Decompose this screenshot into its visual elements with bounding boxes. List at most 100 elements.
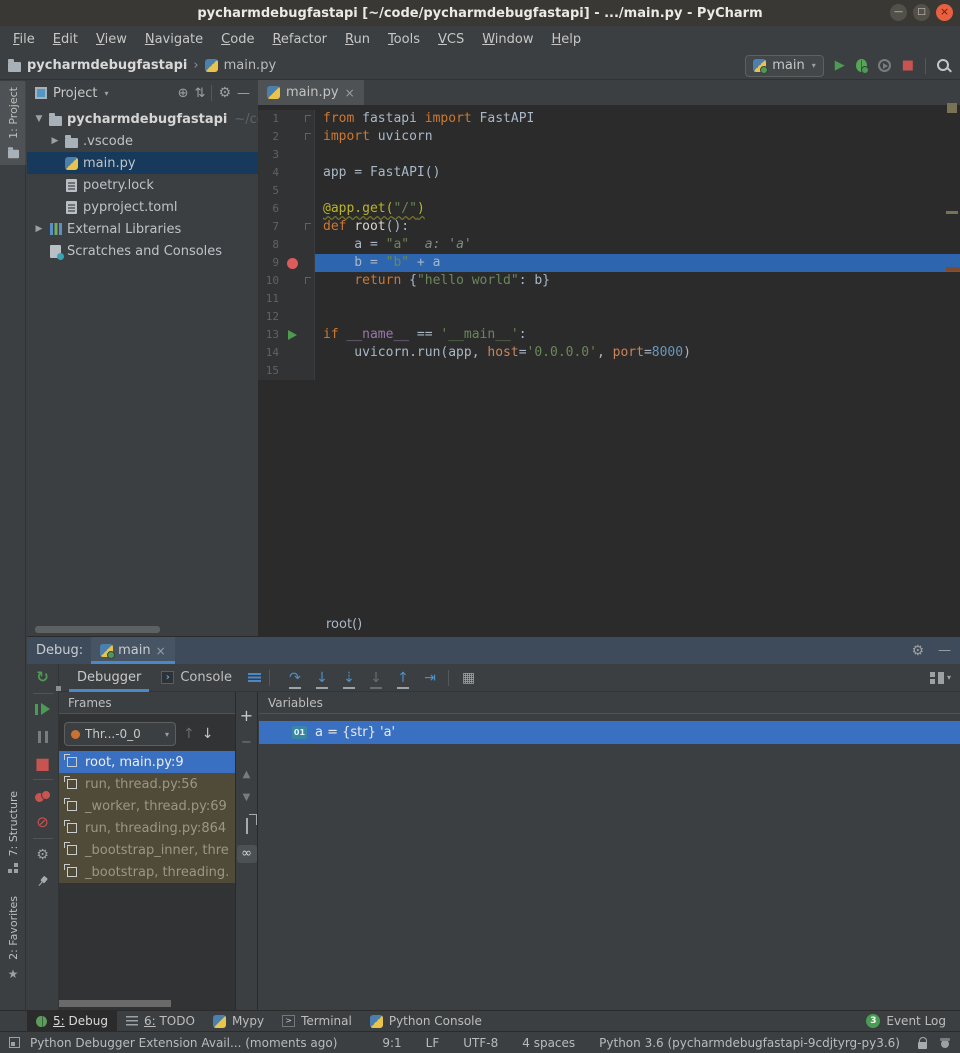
sidebar-item-structure[interactable]: 7: Structure [0, 785, 26, 880]
remove-watch-icon[interactable]: − [241, 736, 252, 749]
step-over-icon[interactable]: ↷ [286, 669, 304, 687]
breadcrumb-file[interactable]: main.py [224, 58, 277, 73]
stop-button[interactable]: ■ [902, 58, 914, 73]
maximize-button[interactable]: □ [913, 4, 930, 21]
indent-style[interactable]: 4 spaces [522, 1036, 575, 1050]
breakpoint-stripe-mark[interactable] [946, 267, 960, 271]
hide-panel-icon[interactable]: — [938, 644, 951, 657]
move-down-icon[interactable]: ▼ [243, 792, 251, 803]
gear-icon[interactable]: ⚙ [218, 86, 231, 100]
search-everywhere-icon[interactable] [937, 59, 950, 72]
sidebar-item-favorites[interactable]: 2: Favorites ★ [0, 890, 26, 987]
frame-row-run-threading-py-864[interactable]: run, threading.py:864 [59, 817, 235, 839]
menu-code[interactable]: Code [212, 32, 263, 47]
tree-item-pyproject-toml[interactable]: pyproject.toml [27, 196, 258, 218]
stop-icon[interactable]: ■ [27, 750, 59, 777]
minimize-button[interactable]: — [890, 4, 907, 21]
tool-window-toggle-icon[interactable] [9, 1037, 20, 1048]
evaluate-expression-icon[interactable]: ▦ [462, 670, 475, 686]
restore-layout-icon[interactable] [930, 672, 944, 684]
collapse-all-icon[interactable]: ⇅ [195, 87, 206, 100]
show-watches-icon[interactable]: ∞ [237, 845, 257, 863]
view-breakpoints-icon[interactable] [35, 790, 50, 802]
tab-debugger[interactable]: Debugger [67, 664, 151, 692]
fold-marker-icon[interactable] [305, 133, 311, 140]
run-gutter-icon[interactable] [288, 330, 297, 340]
menu-file[interactable]: File [4, 32, 44, 47]
duplicate-watch-icon[interactable] [246, 818, 248, 834]
toolwindow-tab-python-console[interactable]: Python Console [361, 1011, 491, 1032]
inspection-indicator[interactable] [947, 103, 957, 113]
frame-row-run-thread-py-56[interactable]: run, thread.py:56 [59, 773, 235, 795]
coverage-button[interactable] [878, 59, 891, 72]
sidebar-item-project[interactable]: 1: Project [0, 81, 26, 165]
force-step-into-icon[interactable]: ↓ [367, 669, 385, 687]
editor-breadcrumb[interactable]: root() [258, 613, 960, 636]
step-into-icon[interactable]: ↓ [313, 669, 331, 687]
tree-item-external-libraries[interactable]: ▶External Libraries [27, 218, 258, 240]
menu-run[interactable]: Run [336, 32, 379, 47]
variable-row[interactable]: 01a = {str} 'a' [259, 721, 960, 744]
project-horizontal-scrollbar[interactable] [35, 626, 160, 633]
step-out-icon[interactable]: ↑ [394, 669, 412, 687]
run-to-cursor-icon[interactable]: ⇥ [421, 669, 439, 687]
frame-row-worker-thread-py-69[interactable]: _worker, thread.py:69 [59, 795, 235, 817]
menu-edit[interactable]: Edit [44, 32, 87, 47]
toolwindow-tab-mypy[interactable]: Mypy [204, 1011, 273, 1032]
rerun-icon[interactable]: ↻ [27, 664, 59, 691]
toolwindow-tab-6-todo[interactable]: 6: TODO [117, 1011, 204, 1032]
hector-inspector-icon[interactable] [940, 1037, 951, 1049]
tree-item-pycharmdebugfastapi[interactable]: ▼pycharmdebugfastapi~/code [27, 108, 258, 130]
editor-tab-main-py[interactable]: main.py × [258, 80, 364, 105]
event-log-button[interactable]: 3Event Log [866, 1014, 960, 1028]
tab-console[interactable]: Console [151, 664, 242, 692]
run-button[interactable]: ▶ [835, 58, 845, 73]
debug-session-tab[interactable]: main × [91, 637, 175, 664]
menu-help[interactable]: Help [543, 32, 591, 47]
breakpoint-dot[interactable] [287, 258, 298, 269]
toolwindow-tab-5-debug[interactable]: 5: Debug [27, 1011, 117, 1032]
thread-select[interactable]: Thr...-0_0 ▾ [64, 722, 176, 746]
fold-marker-icon[interactable] [305, 115, 311, 122]
next-frame-icon[interactable]: ↓ [202, 726, 214, 742]
close-button[interactable]: × [936, 4, 953, 21]
frame-row-root-main-py-9[interactable]: root, main.py:9 [59, 751, 235, 773]
fold-marker-icon[interactable] [305, 223, 311, 230]
move-up-icon[interactable]: ▲ [243, 769, 251, 780]
hide-panel-icon[interactable]: — [237, 87, 250, 100]
previous-frame-icon[interactable]: ↑ [183, 726, 195, 742]
close-tab-icon[interactable]: × [345, 86, 355, 100]
toolwindow-tab-terminal[interactable]: Terminal [273, 1011, 361, 1032]
menu-vcs[interactable]: VCS [429, 32, 473, 47]
menu-window[interactable]: Window [473, 32, 542, 47]
tree-item-vscode[interactable]: ▶.vscode [27, 130, 258, 152]
mute-breakpoints-icon[interactable]: ⊘ [27, 809, 59, 836]
add-watch-icon[interactable]: + [240, 708, 253, 724]
caret-position[interactable]: 9:1 [382, 1036, 401, 1050]
code-area[interactable]: 1from fastapi import FastAPI2import uvic… [258, 105, 960, 380]
frame-row-bootstrap-threading[interactable]: _bootstrap, threading. [59, 861, 235, 883]
debug-settings-icon[interactable]: ⚙ [27, 841, 59, 868]
breadcrumb-project[interactable]: pycharmdebugfastapi [27, 58, 187, 73]
pin-icon[interactable] [33, 872, 51, 890]
locate-file-icon[interactable]: ⊕ [178, 87, 189, 100]
frames-horizontal-scrollbar[interactable] [59, 1000, 171, 1007]
close-session-icon[interactable]: × [156, 644, 166, 658]
pause-icon[interactable] [38, 731, 48, 743]
frame-row-bootstrap-inner-thre[interactable]: _bootstrap_inner, thre [59, 839, 235, 861]
python-interpreter[interactable]: Python 3.6 (pycharmdebugfastapi-9cdjtyrg… [599, 1036, 900, 1050]
line-separator[interactable]: LF [426, 1036, 440, 1050]
menu-tools[interactable]: Tools [379, 32, 429, 47]
resume-icon[interactable] [35, 703, 50, 716]
file-encoding[interactable]: UTF-8 [463, 1036, 498, 1050]
tree-item-scratches-and-consoles[interactable]: Scratches and Consoles [27, 240, 258, 262]
project-panel-title[interactable]: Project [53, 86, 97, 101]
fold-marker-icon[interactable] [305, 277, 311, 284]
gear-icon[interactable]: ⚙ [911, 644, 924, 658]
step-into-my-code-icon[interactable]: ⇣ [340, 669, 358, 687]
menu-navigate[interactable]: Navigate [136, 32, 212, 47]
tree-item-main-py[interactable]: main.py [27, 152, 258, 174]
lock-icon[interactable] [918, 1037, 928, 1049]
menu-view[interactable]: View [87, 32, 136, 47]
debug-button[interactable] [856, 59, 867, 72]
